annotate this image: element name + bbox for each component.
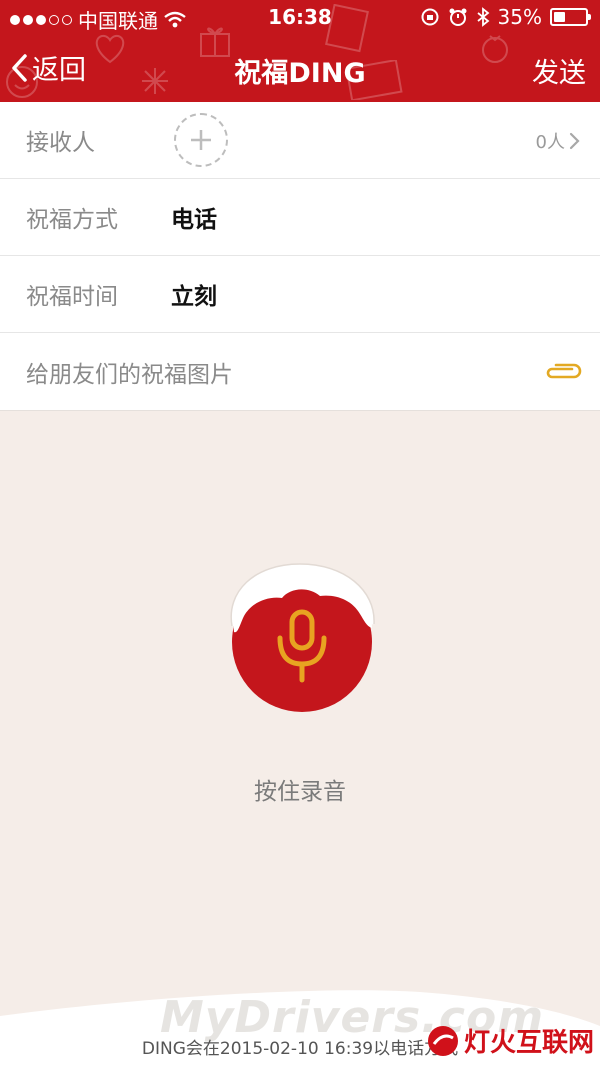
site-logo: 灯火互联网: [426, 1022, 594, 1059]
alarm-icon: [449, 8, 467, 26]
time-row[interactable]: 祝福时间 立刻: [0, 256, 600, 333]
time-label: 祝福时间: [26, 284, 118, 310]
lock-rotation-icon: [421, 8, 439, 26]
send-button[interactable]: 发送: [532, 51, 586, 90]
header: 中国联通 16:38 35% 返回 祝福DING 发送: [0, 0, 600, 102]
navigation-bar: 返回 祝福DING 发送: [0, 34, 600, 102]
recipient-label: 接收人: [26, 130, 95, 156]
recipient-count-link[interactable]: 0人: [536, 128, 580, 154]
battery-icon: [550, 8, 591, 26]
record-button[interactable]: [226, 562, 376, 714]
battery-percent: 35%: [497, 5, 542, 29]
paperclip-icon[interactable]: [542, 357, 584, 385]
status-right: 35%: [420, 5, 591, 29]
method-row[interactable]: 祝福方式 电话: [0, 179, 600, 256]
method-value: 电话: [171, 207, 217, 233]
add-recipient-button[interactable]: [174, 113, 228, 167]
record-hint: 按住录音: [254, 779, 346, 805]
site-logo-text: 灯火互联网: [463, 1028, 594, 1058]
method-label: 祝福方式: [26, 207, 118, 233]
plus-icon: [191, 130, 211, 150]
recipient-row[interactable]: 接收人 0人: [0, 102, 600, 179]
record-circle: [230, 563, 375, 712]
image-label: 给朋友们的祝福图片: [26, 361, 233, 388]
battery-fill: [554, 12, 565, 22]
blessing-form: 接收人 0人 祝福方式 电话 祝福时间 立刻 给朋友们的祝福图片: [0, 102, 600, 411]
bluetooth-icon: [476, 7, 489, 27]
page-title: 祝福DING: [234, 58, 366, 89]
recipient-count: 0人: [535, 132, 565, 153]
chevron-right-icon: [569, 132, 580, 150]
status-bar: 中国联通 16:38 35%: [0, 0, 600, 34]
time-value: 立刻: [171, 284, 217, 310]
image-row[interactable]: 给朋友们的祝福图片: [0, 333, 600, 410]
flame-logo-icon: [427, 1025, 458, 1056]
